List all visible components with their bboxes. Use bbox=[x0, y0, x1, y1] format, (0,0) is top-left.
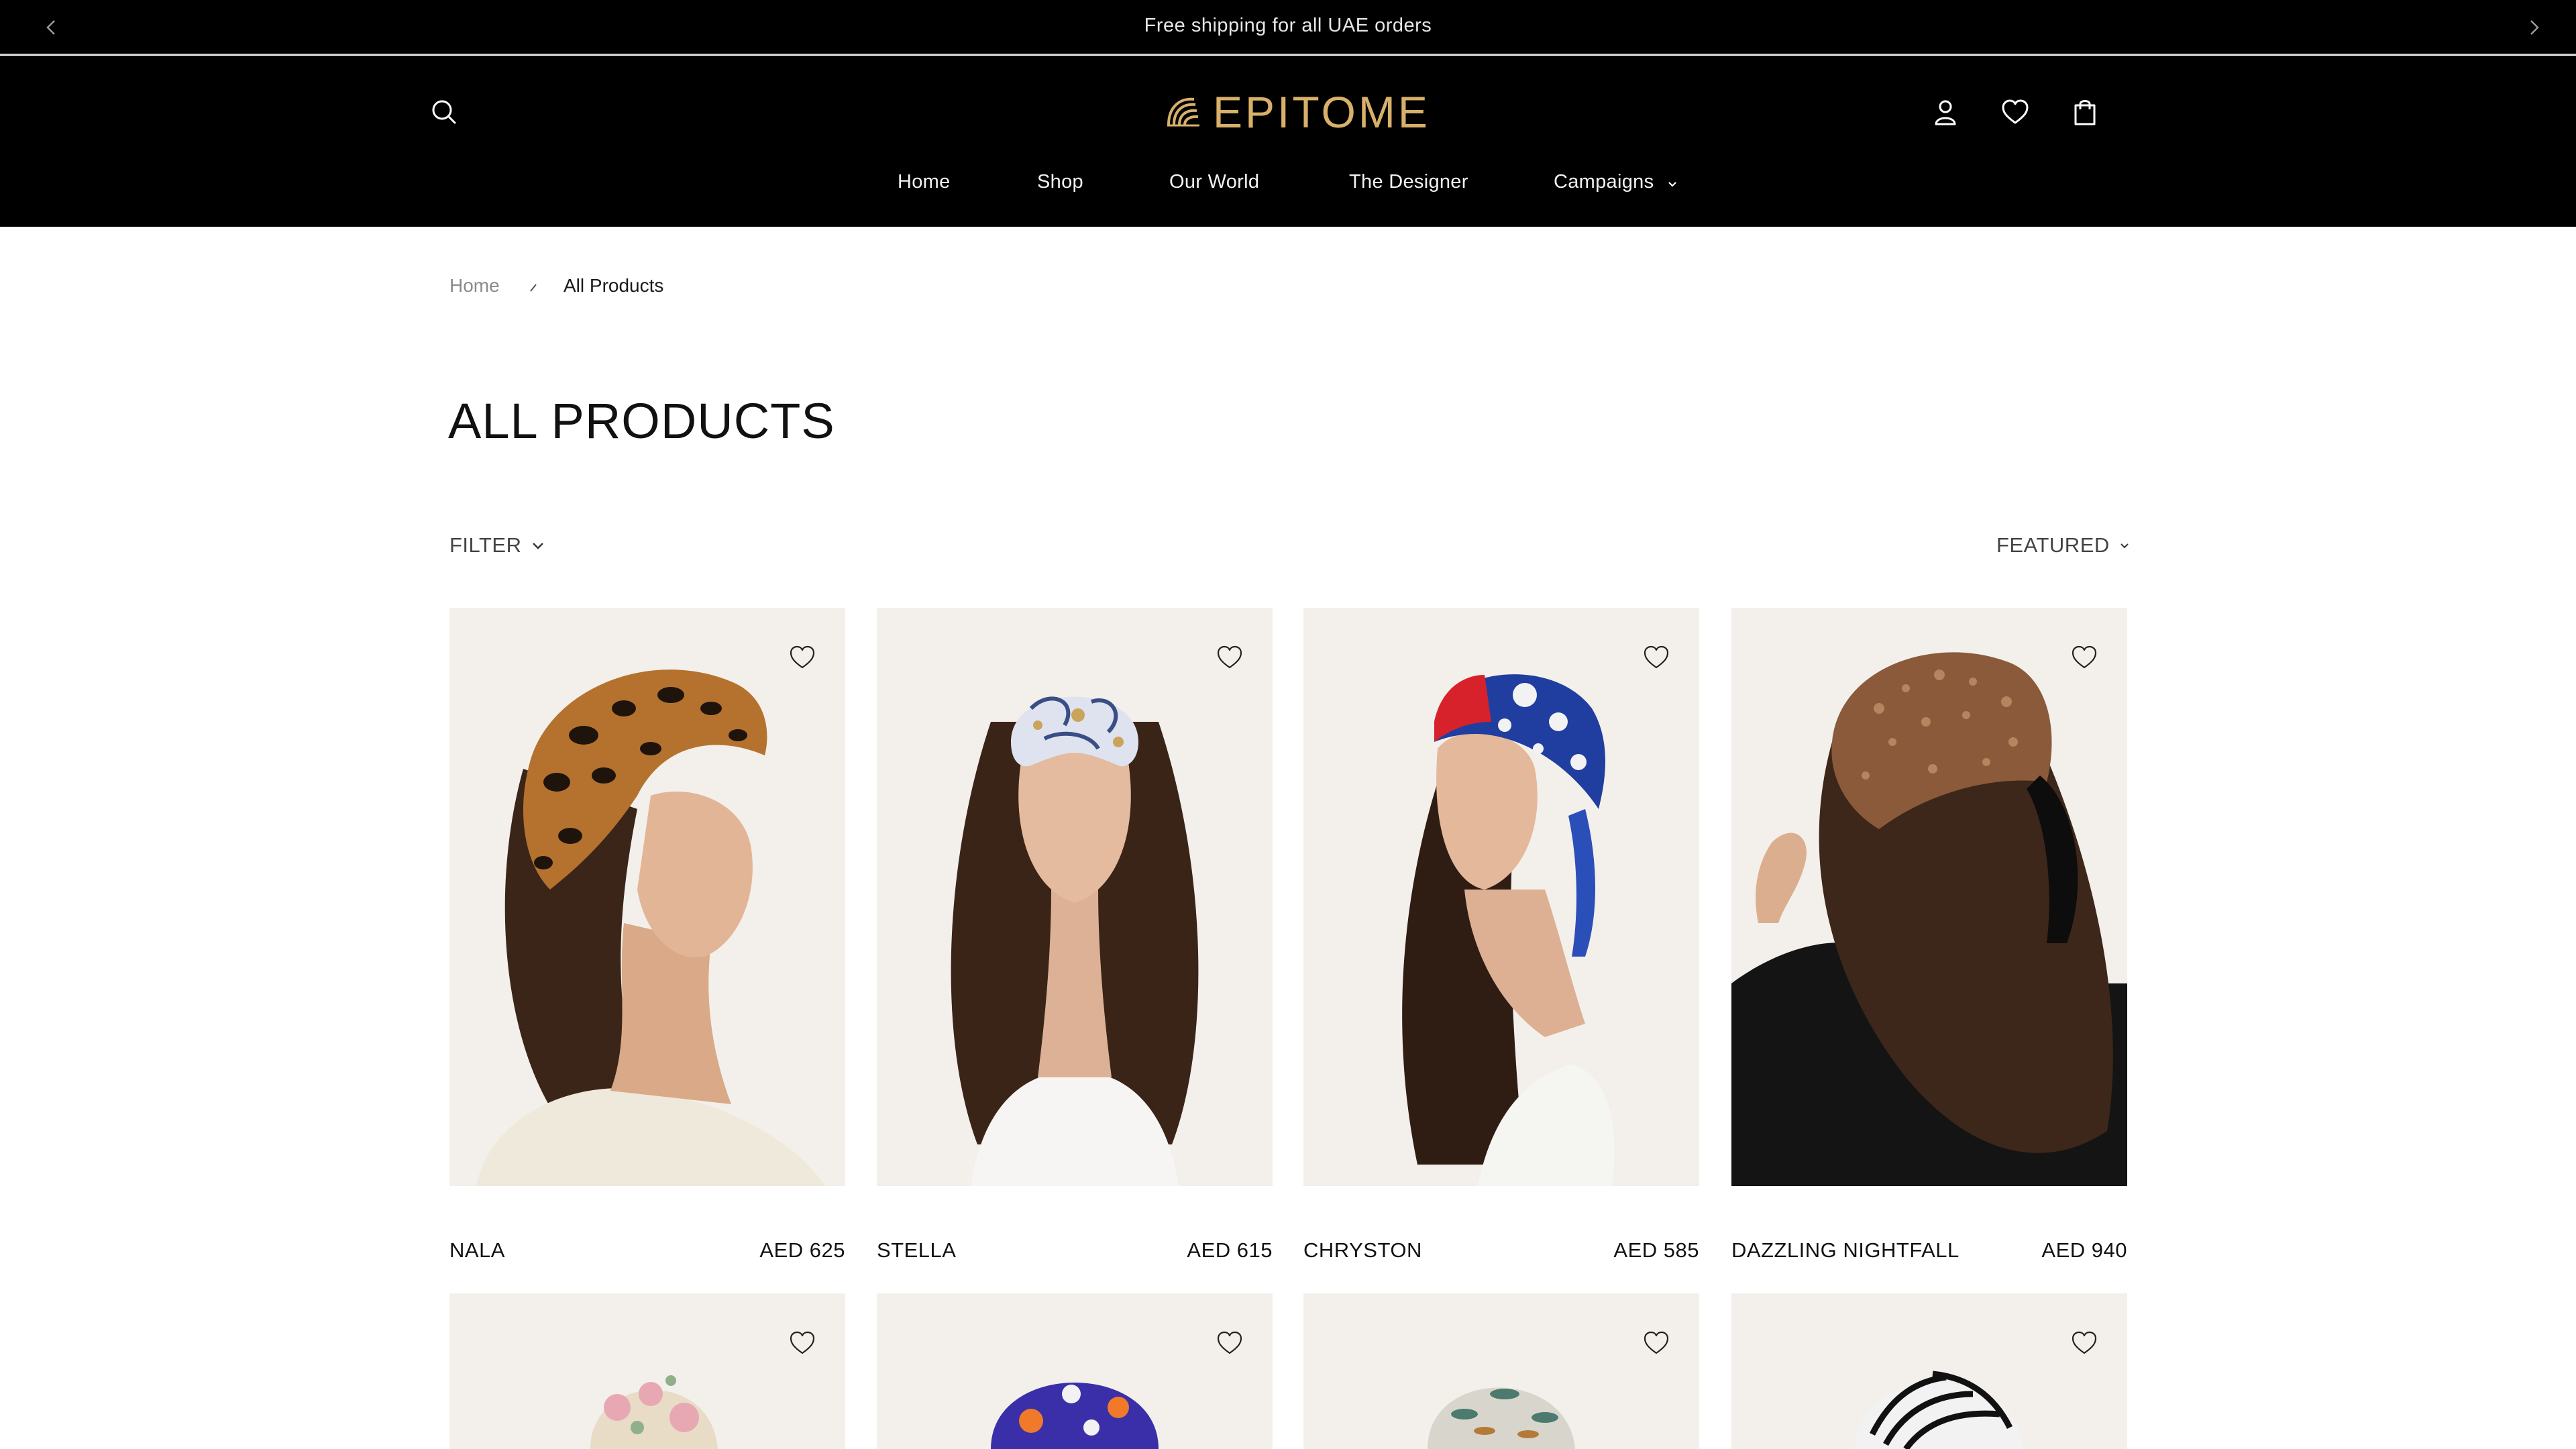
wishlist-heart-icon[interactable] bbox=[1215, 1328, 1244, 1358]
logo-shell-icon bbox=[1167, 97, 1199, 127]
product-name[interactable]: STELLA bbox=[877, 1238, 956, 1263]
product-photo-zebra-headscarf bbox=[1731, 1293, 2127, 1449]
site-header: EPITOME Home Shop Our World The Designer… bbox=[0, 56, 2576, 227]
heart-icon[interactable] bbox=[1999, 96, 2031, 128]
product-price: AED 585 bbox=[1613, 1238, 1699, 1262]
brand-name: EPITOME bbox=[1213, 87, 1430, 137]
product-photo-sequin-headscarf bbox=[1731, 608, 2127, 1186]
product-card[interactable]: NALA AED 625 bbox=[449, 608, 845, 1262]
wishlist-heart-icon[interactable] bbox=[2070, 1328, 2099, 1358]
breadcrumb-current: All Products bbox=[564, 275, 664, 296]
sort-select[interactable]: FEATURED bbox=[1996, 533, 2131, 557]
search-icon[interactable] bbox=[428, 96, 460, 128]
product-meta: CHRYSTON AED 585 bbox=[1303, 1238, 1699, 1265]
wishlist-heart-icon[interactable] bbox=[2070, 643, 2099, 672]
chevron-down-icon bbox=[2121, 543, 2129, 549]
announcement-text: Free shipping for all UAE orders bbox=[1144, 15, 1432, 36]
product-image[interactable] bbox=[1731, 608, 2127, 1186]
product-image[interactable] bbox=[449, 1293, 845, 1449]
chevron-down-icon[interactable] bbox=[1666, 178, 1678, 190]
nav-shop[interactable]: Shop bbox=[1037, 171, 1083, 193]
user-icon[interactable] bbox=[1929, 96, 1962, 128]
main-nav: Home Shop Our World The Designer Campaig… bbox=[0, 171, 2576, 198]
nav-our-world[interactable]: Our World bbox=[1169, 171, 1259, 193]
product-price: AED 615 bbox=[1187, 1238, 1273, 1262]
wishlist-heart-icon[interactable] bbox=[1215, 643, 1244, 672]
product-image[interactable] bbox=[449, 608, 845, 1186]
product-image[interactable] bbox=[877, 1293, 1273, 1449]
product-meta: DAZZLING NIGHTFALL AED 940 bbox=[1731, 1238, 2127, 1265]
nav-campaigns[interactable]: Campaigns bbox=[1554, 171, 1654, 193]
product-card[interactable] bbox=[877, 1293, 1273, 1449]
product-photo-paisley-headscarf bbox=[877, 608, 1273, 1186]
nav-the-designer[interactable]: The Designer bbox=[1349, 171, 1468, 193]
product-image[interactable] bbox=[877, 608, 1273, 1186]
product-image[interactable] bbox=[1303, 608, 1699, 1186]
product-name[interactable]: NALA bbox=[449, 1238, 505, 1263]
product-photo-feather-headscarf bbox=[1303, 1293, 1699, 1449]
nav-home[interactable]: Home bbox=[898, 171, 951, 193]
product-image[interactable] bbox=[1303, 1293, 1699, 1449]
wishlist-heart-icon[interactable] bbox=[1642, 643, 1671, 672]
product-card[interactable] bbox=[1303, 1293, 1699, 1449]
shopping-bag-icon[interactable] bbox=[2069, 96, 2101, 128]
chevron-right-icon[interactable] bbox=[2524, 17, 2544, 38]
wishlist-heart-icon[interactable] bbox=[788, 643, 817, 672]
wishlist-heart-icon[interactable] bbox=[788, 1328, 817, 1358]
product-meta: STELLA AED 615 bbox=[877, 1238, 1273, 1265]
product-photo-blue-floral-headscarf bbox=[877, 1293, 1273, 1449]
product-card[interactable]: STELLA AED 615 bbox=[877, 608, 1273, 1262]
product-card[interactable] bbox=[1731, 1293, 2127, 1449]
announcement-bar: Free shipping for all UAE orders bbox=[0, 0, 2576, 54]
product-photo-leopard-headscarf bbox=[449, 608, 845, 1186]
product-card[interactable]: DAZZLING NIGHTFALL AED 940 bbox=[1731, 608, 2127, 1262]
page-title: ALL PRODUCTS bbox=[448, 393, 835, 449]
breadcrumb-home[interactable]: Home bbox=[449, 275, 500, 297]
product-photo-pastel-headscarf bbox=[449, 1293, 845, 1449]
sort-label: FEATURED bbox=[1996, 533, 2110, 557]
product-meta: NALA AED 625 bbox=[449, 1238, 845, 1265]
product-name[interactable]: CHRYSTON bbox=[1303, 1238, 1422, 1263]
chevron-down-icon bbox=[532, 543, 543, 549]
breadcrumb-separator-icon bbox=[530, 284, 537, 292]
filter-toggle[interactable]: FILTER bbox=[449, 533, 546, 557]
brand-logo[interactable]: EPITOME bbox=[1165, 88, 1430, 136]
product-photo-floral-headscarf bbox=[1303, 608, 1699, 1186]
filter-label: FILTER bbox=[449, 533, 522, 557]
wishlist-heart-icon[interactable] bbox=[1642, 1328, 1671, 1358]
product-name[interactable]: DAZZLING NIGHTFALL bbox=[1731, 1238, 1960, 1263]
product-card[interactable]: CHRYSTON AED 585 bbox=[1303, 608, 1699, 1262]
product-price: AED 625 bbox=[759, 1238, 845, 1262]
product-card[interactable] bbox=[449, 1293, 845, 1449]
product-image[interactable] bbox=[1731, 1293, 2127, 1449]
product-price: AED 940 bbox=[2041, 1238, 2127, 1262]
